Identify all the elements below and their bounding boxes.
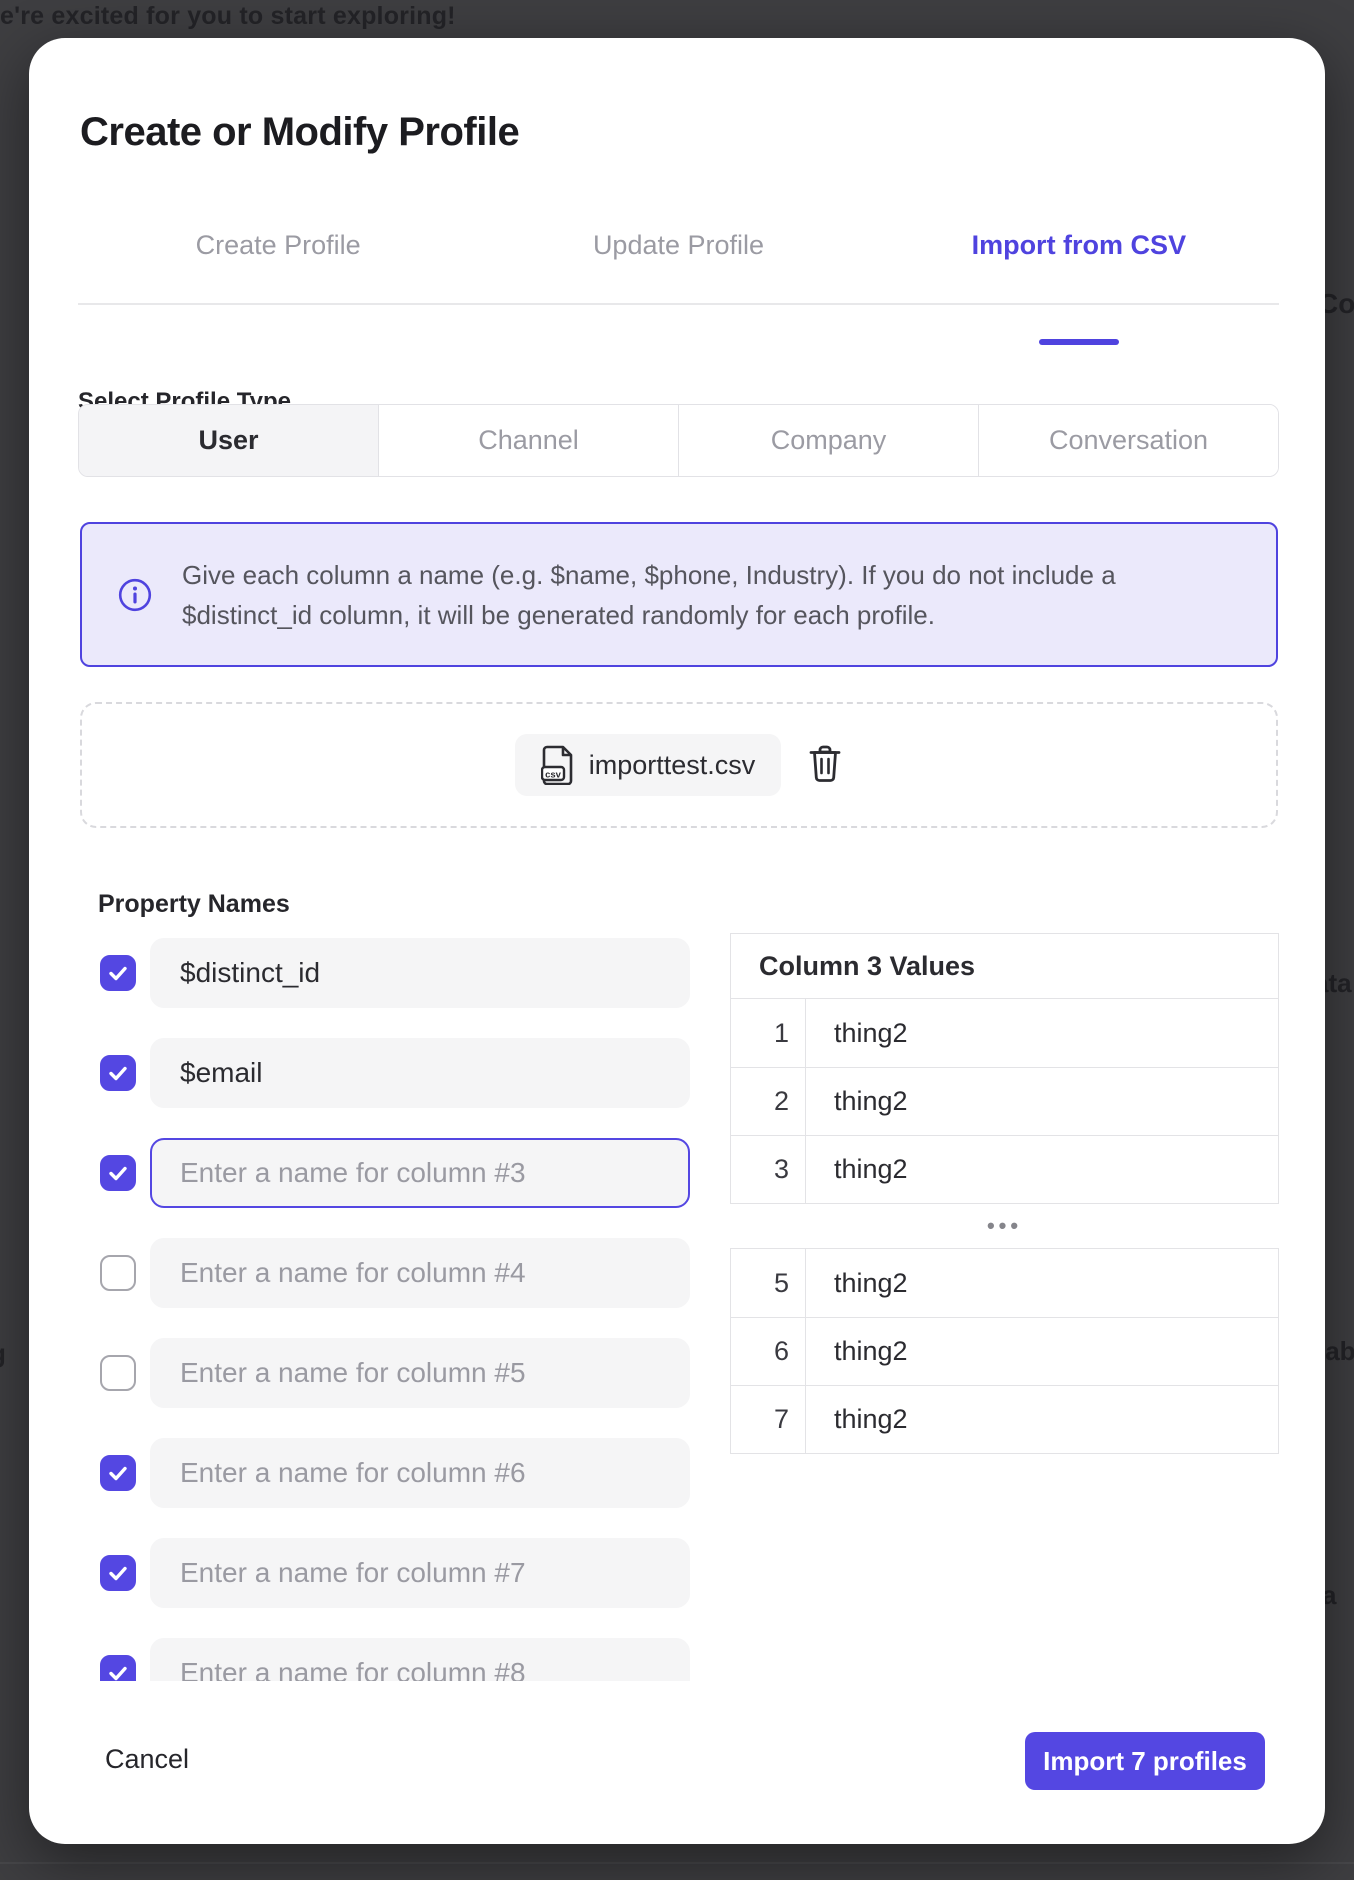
row-index: 7 [731, 1386, 806, 1453]
profile-type-company[interactable]: Company [678, 405, 978, 476]
rows-ellipsis: ••• [730, 1204, 1279, 1248]
checkbox[interactable] [100, 955, 136, 991]
row-index: 5 [731, 1249, 806, 1317]
property-name-input[interactable] [150, 1538, 690, 1608]
info-banner-text: Give each column a name (e.g. $name, $ph… [182, 555, 1116, 635]
checkbox[interactable] [100, 1255, 136, 1291]
row-value: thing2 [806, 1318, 1278, 1385]
table-row: 1 thing2 [731, 999, 1278, 1067]
tab-create-profile[interactable]: Create Profile [78, 223, 478, 267]
profile-type-conversation[interactable]: Conversation [978, 405, 1278, 476]
checkbox[interactable] [100, 1555, 136, 1591]
property-names-list [29, 920, 729, 1681]
row-value: thing2 [806, 999, 1278, 1067]
property-name-input[interactable] [150, 938, 690, 1008]
profile-type-selector: User Channel Company Conversation [78, 404, 1279, 477]
check-icon [107, 1162, 129, 1184]
info-banner-line1: Give each column a name (e.g. $name, $ph… [182, 555, 1116, 595]
info-banner-line2: $distinct_id column, it will be generate… [182, 595, 1116, 635]
property-row [29, 1238, 729, 1308]
column-values-preview: Column 3 Values 1 thing2 2 thing2 3 thin… [730, 933, 1279, 1454]
cancel-button[interactable]: Cancel [105, 1744, 189, 1775]
trash-icon [808, 745, 842, 783]
values-table-header: Column 3 Values [731, 934, 1278, 999]
property-name-input[interactable] [150, 1038, 690, 1108]
check-icon [107, 1562, 129, 1584]
table-row: 3 thing2 [731, 1135, 1278, 1203]
property-row [29, 1538, 729, 1608]
background-divider [0, 1862, 1354, 1864]
row-index: 3 [731, 1136, 806, 1203]
background-text-fragment: e're excited for you to start exploring! [0, 2, 456, 31]
info-banner: Give each column a name (e.g. $name, $ph… [80, 522, 1278, 667]
tab-label: Create Profile [196, 230, 361, 261]
property-names-label: Property Names [98, 890, 290, 919]
info-icon [118, 578, 152, 612]
row-index: 2 [731, 1068, 806, 1135]
checkbox[interactable] [100, 1155, 136, 1191]
property-row [29, 1338, 729, 1408]
checkbox[interactable] [100, 1455, 136, 1491]
csv-file-icon: csv [541, 745, 575, 785]
tab-update-profile[interactable]: Update Profile [478, 223, 878, 267]
import-profiles-button[interactable]: Import 7 profiles [1025, 1732, 1265, 1790]
tab-label: Import from CSV [972, 230, 1187, 261]
check-icon [107, 1462, 129, 1484]
property-name-input[interactable] [150, 1238, 690, 1308]
checkbox[interactable] [100, 1055, 136, 1091]
profile-type-user[interactable]: User [79, 405, 378, 476]
property-row [29, 1138, 729, 1208]
row-value: thing2 [806, 1386, 1278, 1453]
values-table-bottom: 5 thing2 6 thing2 7 thing2 [730, 1248, 1279, 1454]
row-value: thing2 [806, 1249, 1278, 1317]
check-icon [107, 1662, 129, 1681]
row-value: thing2 [806, 1136, 1278, 1203]
profile-type-channel[interactable]: Channel [378, 405, 678, 476]
create-or-modify-profile-dialog: Create or Modify Profile Create Profile … [29, 38, 1325, 1844]
property-name-input[interactable] [150, 1138, 690, 1208]
remove-file-button[interactable] [807, 745, 843, 785]
uploaded-file-name: importtest.csv [589, 750, 756, 781]
table-row: 2 thing2 [731, 1067, 1278, 1135]
active-tab-indicator [1039, 339, 1119, 345]
csv-dropzone[interactable]: csv importtest.csv [80, 702, 1278, 828]
values-table-top: Column 3 Values 1 thing2 2 thing2 3 thin… [730, 933, 1279, 1204]
property-row [29, 1638, 729, 1681]
property-row [29, 1038, 729, 1108]
row-index: 1 [731, 999, 806, 1067]
dialog-title: Create or Modify Profile [80, 110, 519, 154]
property-name-input[interactable] [150, 1638, 690, 1681]
property-name-input[interactable] [150, 1338, 690, 1408]
dialog-tabs: Create Profile Update Profile Import fro… [78, 223, 1279, 267]
checkbox[interactable] [100, 1355, 136, 1391]
screen: e're excited for you to start exploring!… [0, 0, 1354, 1880]
check-icon [107, 962, 129, 984]
table-row: 7 thing2 [731, 1385, 1278, 1453]
property-name-input[interactable] [150, 1438, 690, 1508]
checkbox[interactable] [100, 1655, 136, 1681]
background-text-fragment: g [0, 1338, 6, 1369]
row-index: 6 [731, 1318, 806, 1385]
tab-label: Update Profile [593, 230, 764, 261]
property-row [29, 1438, 729, 1508]
property-row [29, 938, 729, 1008]
row-value: thing2 [806, 1068, 1278, 1135]
tabs-divider [78, 303, 1279, 305]
table-row: 5 thing2 [731, 1249, 1278, 1317]
svg-text:csv: csv [545, 770, 562, 781]
check-icon [107, 1062, 129, 1084]
uploaded-file-chip: csv importtest.csv [515, 734, 782, 796]
tab-import-from-csv[interactable]: Import from CSV [879, 223, 1279, 267]
table-row: 6 thing2 [731, 1317, 1278, 1385]
